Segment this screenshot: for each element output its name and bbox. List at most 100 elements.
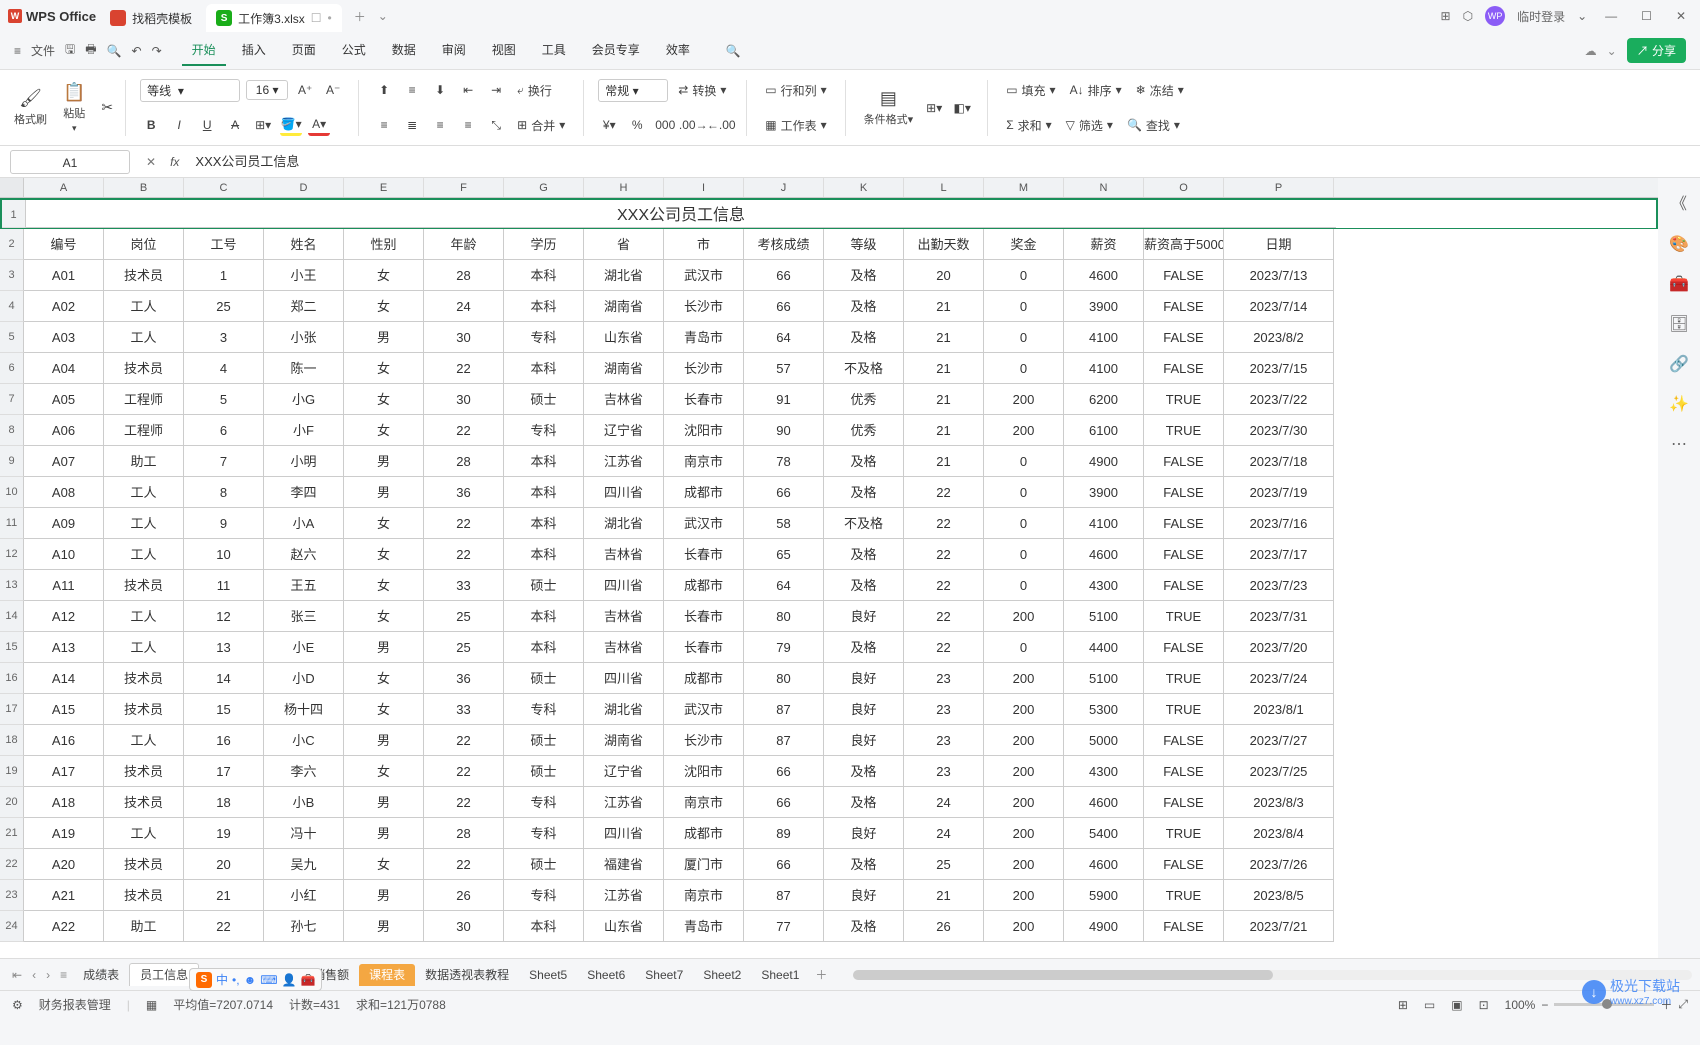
cell[interactable]: 沈阳市 xyxy=(664,415,744,446)
cell[interactable]: 本科 xyxy=(504,353,584,384)
align-bottom-button[interactable]: ⬇ xyxy=(429,79,451,101)
row-header[interactable]: 24 xyxy=(0,911,24,942)
row-header[interactable]: 10 xyxy=(0,477,24,508)
cell[interactable]: 辽宁省 xyxy=(584,756,664,787)
cell[interactable]: 4600 xyxy=(1064,849,1144,880)
cell[interactable]: 0 xyxy=(984,570,1064,601)
menu-插入[interactable]: 插入 xyxy=(232,35,276,66)
cell[interactable]: 2023/7/24 xyxy=(1224,663,1334,694)
file-menu[interactable]: 文件 xyxy=(31,42,55,59)
cell[interactable]: 硕士 xyxy=(504,663,584,694)
cell[interactable]: 及格 xyxy=(824,446,904,477)
search-icon[interactable]: 🔍 xyxy=(726,44,741,58)
row-header[interactable]: 7 xyxy=(0,384,24,415)
cell[interactable]: FALSE xyxy=(1144,787,1224,818)
cell[interactable]: 2023/8/1 xyxy=(1224,694,1334,725)
cell[interactable]: 26 xyxy=(424,880,504,911)
cell[interactable]: 66 xyxy=(744,477,824,508)
cell[interactable]: 5 xyxy=(184,384,264,415)
cell[interactable]: A09 xyxy=(24,508,104,539)
cell[interactable]: 2023/7/27 xyxy=(1224,725,1334,756)
sheet-tab-成绩表[interactable]: 成绩表 xyxy=(73,964,129,986)
cell[interactable]: 专科 xyxy=(504,880,584,911)
cell[interactable]: 良好 xyxy=(824,601,904,632)
cell[interactable]: 66 xyxy=(744,756,824,787)
cell[interactable]: 硕士 xyxy=(504,570,584,601)
align-right-button[interactable]: ≡ xyxy=(429,114,451,136)
cell[interactable]: 考核成绩 xyxy=(744,229,824,260)
cell[interactable]: 4100 xyxy=(1064,353,1144,384)
cell[interactable]: 本科 xyxy=(504,539,584,570)
cell[interactable]: 2023/8/4 xyxy=(1224,818,1334,849)
cell[interactable]: 技术员 xyxy=(104,787,184,818)
cell[interactable]: 19 xyxy=(184,818,264,849)
cell[interactable]: 及格 xyxy=(824,570,904,601)
cell[interactable]: 本科 xyxy=(504,911,584,942)
cell[interactable]: 16 xyxy=(184,725,264,756)
cube-icon[interactable]: ⬡ xyxy=(1463,9,1473,23)
cell[interactable]: 64 xyxy=(744,570,824,601)
cell[interactable]: 200 xyxy=(984,415,1064,446)
row-header[interactable]: 2 xyxy=(0,229,24,260)
cell[interactable]: 本科 xyxy=(504,632,584,663)
cell[interactable]: 湖北省 xyxy=(584,260,664,291)
ime-toolbox-icon[interactable]: 🧰 xyxy=(300,973,315,987)
cell[interactable]: 22 xyxy=(904,539,984,570)
cell[interactable]: 22 xyxy=(424,725,504,756)
cell[interactable]: 5000 xyxy=(1064,725,1144,756)
convert-button[interactable]: ⇄ 转换▾ xyxy=(674,80,730,101)
cell[interactable]: 助工 xyxy=(104,446,184,477)
cell[interactable]: 28 xyxy=(424,446,504,477)
row-header[interactable]: 14 xyxy=(0,601,24,632)
col-header-B[interactable]: B xyxy=(104,178,184,197)
cell[interactable]: 0 xyxy=(984,291,1064,322)
cell[interactable]: 四川省 xyxy=(584,570,664,601)
cell[interactable]: 女 xyxy=(344,353,424,384)
sheet-next-button[interactable]: › xyxy=(42,968,54,982)
chevron-down-icon[interactable]: ⌄ xyxy=(1577,9,1587,23)
cell[interactable]: 长春市 xyxy=(664,601,744,632)
cell[interactable]: 200 xyxy=(984,880,1064,911)
increase-font-button[interactable]: A⁺ xyxy=(294,79,316,101)
cell[interactable]: A17 xyxy=(24,756,104,787)
cell[interactable]: 2023/7/16 xyxy=(1224,508,1334,539)
menu-视图[interactable]: 视图 xyxy=(482,35,526,66)
cell[interactable]: 2023/7/14 xyxy=(1224,291,1334,322)
cell[interactable]: 3900 xyxy=(1064,477,1144,508)
ime-emoji-icon[interactable]: ☻ xyxy=(244,973,257,987)
freeze-button[interactable]: ❄ 冻结▾ xyxy=(1132,80,1188,101)
cell[interactable]: 青岛市 xyxy=(664,322,744,353)
tab-workbook[interactable]: S 工作簿3.xlsx ☐ • xyxy=(206,4,342,32)
link-icon[interactable]: 🔗 xyxy=(1669,354,1689,374)
cell[interactable]: 专科 xyxy=(504,787,584,818)
cell[interactable]: 武汉市 xyxy=(664,508,744,539)
cell[interactable]: 日期 xyxy=(1224,229,1334,260)
cell[interactable]: 22 xyxy=(904,477,984,508)
cell[interactable]: 工人 xyxy=(104,601,184,632)
cell[interactable]: 13 xyxy=(184,632,264,663)
cell[interactable]: 成都市 xyxy=(664,570,744,601)
cell[interactable]: A11 xyxy=(24,570,104,601)
cell[interactable]: 女 xyxy=(344,291,424,322)
cell[interactable]: 2023/7/13 xyxy=(1224,260,1334,291)
cell[interactable]: 薪资 xyxy=(1064,229,1144,260)
toolbox-icon[interactable]: 🧰 xyxy=(1669,274,1689,294)
cell[interactable]: 200 xyxy=(984,601,1064,632)
row-header[interactable]: 9 xyxy=(0,446,24,477)
maximize-button[interactable]: ☐ xyxy=(1635,9,1658,23)
col-header-J[interactable]: J xyxy=(744,178,824,197)
sheet-first-button[interactable]: ⇤ xyxy=(8,968,26,982)
col-header-K[interactable]: K xyxy=(824,178,904,197)
cancel-icon[interactable]: ✕ xyxy=(140,155,162,169)
cell[interactable]: 87 xyxy=(744,694,824,725)
cell[interactable]: 2023/7/23 xyxy=(1224,570,1334,601)
cell[interactable]: 23 xyxy=(904,694,984,725)
cell[interactable]: 6200 xyxy=(1064,384,1144,415)
row-header[interactable]: 22 xyxy=(0,849,24,880)
compact-icon[interactable]: ⌄ xyxy=(1607,44,1617,58)
cell[interactable]: 28 xyxy=(424,260,504,291)
more-icon[interactable]: ⋯ xyxy=(1671,434,1687,454)
cell[interactable]: 女 xyxy=(344,663,424,694)
cell[interactable]: 58 xyxy=(744,508,824,539)
sheet-prev-button[interactable]: ‹ xyxy=(28,968,40,982)
